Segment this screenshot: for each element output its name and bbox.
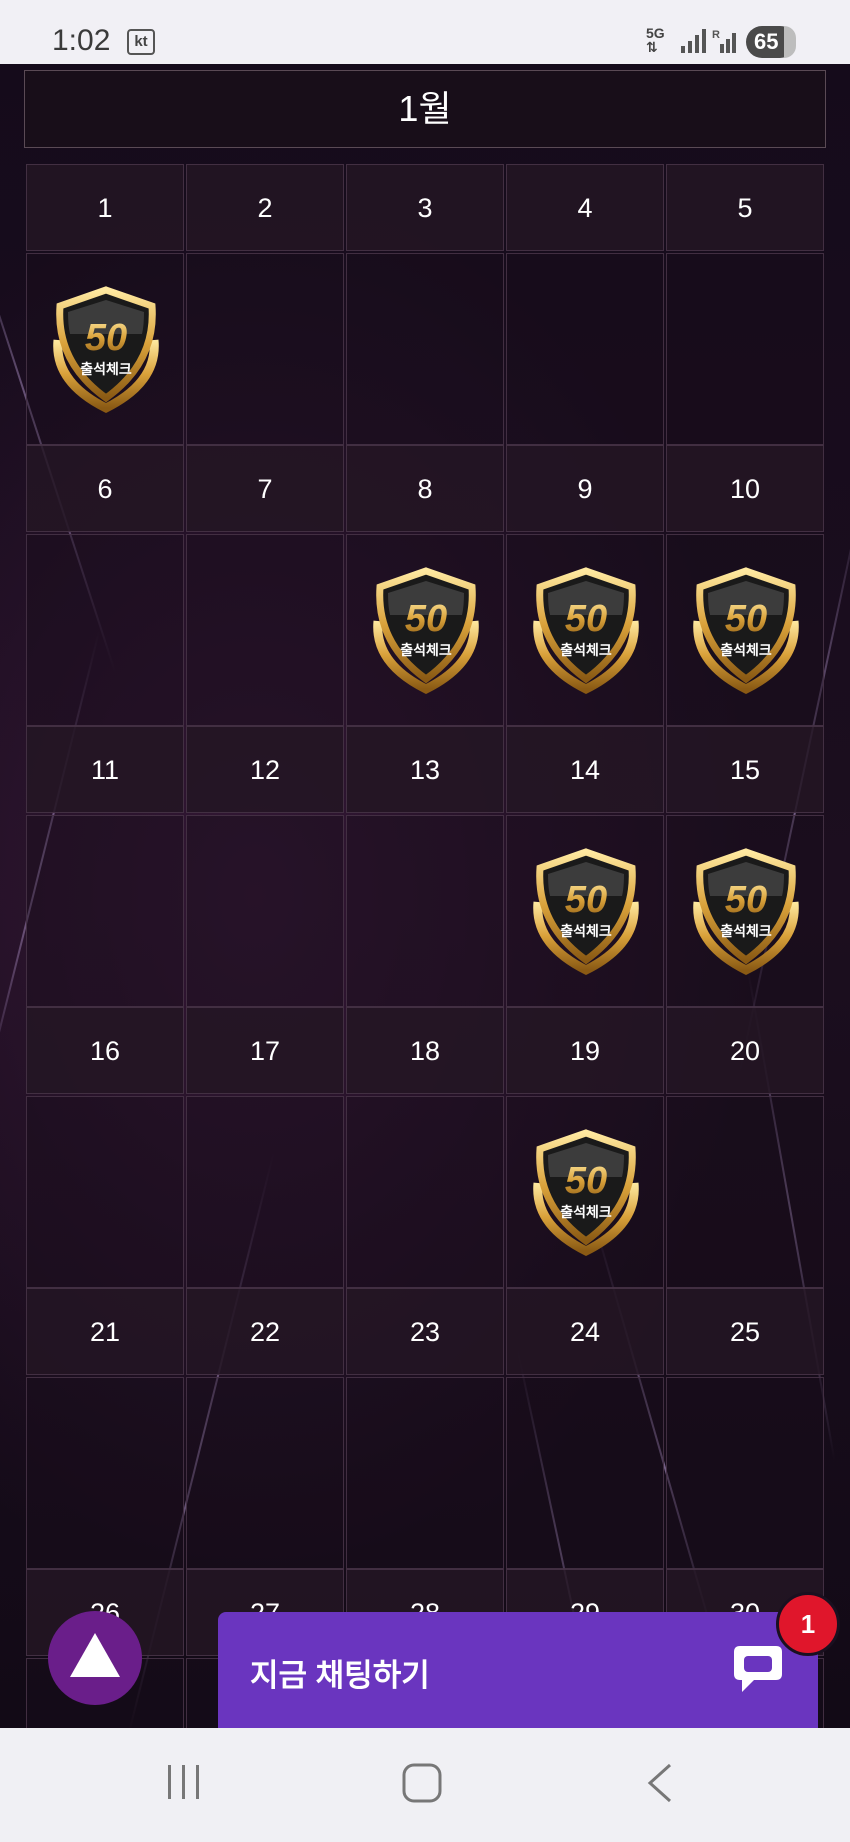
day-number: 5 [666,164,824,251]
day-cell[interactable] [26,815,184,1007]
day-cell[interactable] [186,1377,344,1569]
day-cell[interactable]: 50 출석체크 [506,1096,664,1288]
day-cell[interactable] [186,534,344,726]
chat-now-button[interactable]: 지금 채팅하기 [218,1612,818,1728]
day-cell[interactable] [26,1096,184,1288]
attendance-badge-icon: 50 출석체크 [533,848,639,976]
day-number: 4 [506,164,664,251]
day-number: 8 [346,445,504,532]
day-number: 13 [346,726,504,813]
day-number: 1 [26,164,184,251]
day-number: 7 [186,445,344,532]
back-icon[interactable] [644,1763,674,1803]
day-cell[interactable] [666,1377,824,1569]
calendar-week: 21 22 23 24 25 [26,1288,824,1569]
day-number: 17 [186,1007,344,1094]
calendar-week: 1 50 출석체크 2345 [26,164,824,445]
day-number: 25 [666,1288,824,1375]
day-number: 16 [26,1007,184,1094]
scroll-top-icon [70,1633,120,1677]
attendance-badge-icon: 50 출석체크 [533,567,639,695]
day-cell[interactable] [346,1096,504,1288]
day-cell[interactable] [186,253,344,445]
signal-icon [681,29,706,53]
day-cell[interactable] [666,253,824,445]
scroll-top-button[interactable] [48,1611,142,1705]
day-number: 20 [666,1007,824,1094]
status-time: 1:02 [52,24,111,57]
attendance-badge-icon: 50 출석체크 [53,286,159,414]
calendar-week: 11 12 13 14 50 출석체크 15 50 출석체크 [26,726,824,1007]
badge-text: 출석체크 [80,361,132,378]
badge-number: 50 [725,879,767,921]
svg-text:R: R [712,29,720,41]
badge-text: 출석체크 [720,642,772,659]
day-number: 19 [506,1007,664,1094]
attendance-calendar-page: 1월 1 50 출석체크 2345678 50 출석체크 9 50 출석체크 1… [0,64,850,1728]
attendance-badge-icon: 50 출석체크 [373,567,479,695]
badge-text: 출석체크 [400,642,452,659]
badge-number: 50 [85,317,127,359]
roaming-signal-icon: R [712,29,736,53]
day-number: 15 [666,726,824,813]
badge-number: 50 [565,598,607,640]
badge-text: 출석체크 [560,642,612,659]
day-number: 12 [186,726,344,813]
day-number: 18 [346,1007,504,1094]
day-cell[interactable] [506,253,664,445]
chat-bubble-icon [734,1646,782,1692]
day-cell[interactable]: 50 출석체크 [666,815,824,1007]
day-cell[interactable] [26,534,184,726]
unread-count-badge: 1 [776,1592,840,1656]
day-number: 3 [346,164,504,251]
day-cell[interactable] [346,815,504,1007]
day-cell[interactable]: 50 출석체크 [666,534,824,726]
attendance-badge-icon: 50 출석체크 [533,1129,639,1257]
day-number: 6 [26,445,184,532]
network-type-icon: 5G ⇅ [646,25,665,55]
day-cell[interactable] [346,1377,504,1569]
badge-text: 출석체크 [720,923,772,940]
day-cell[interactable]: 50 출석체크 [346,534,504,726]
chat-now-label: 지금 채팅하기 [250,1658,430,1693]
calendar-week: 678 50 출석체크 9 50 출석체크 10 50 출석체크 [26,445,824,726]
day-number: 24 [506,1288,664,1375]
day-cell[interactable]: 50 출석체크 [26,253,184,445]
day-number: 14 [506,726,664,813]
day-number: 10 [666,445,824,532]
day-cell[interactable] [186,1096,344,1288]
day-number: 11 [26,726,184,813]
calendar-grid: 1 50 출석체크 2345678 50 출석체크 9 50 출석체크 10 5… [26,164,824,1728]
network-type-label: 5G [646,25,665,41]
calendar-week: 16 17 18 19 50 출석체크 20 [26,1007,824,1288]
day-cell[interactable] [346,253,504,445]
day-cell[interactable]: 50 출석체크 [506,534,664,726]
day-number: 23 [346,1288,504,1375]
home-icon[interactable] [402,1763,442,1803]
recent-apps-icon[interactable] [166,1763,202,1803]
month-title: 1월 [24,70,826,148]
badge-number: 50 [565,879,607,921]
status-bar: 1:02 kt 5G ⇅ R 65 [0,0,850,64]
system-navigation-bar [0,1728,850,1842]
badge-number: 50 [565,1160,607,1202]
attendance-badge-icon: 50 출석체크 [693,567,799,695]
day-number: 21 [26,1288,184,1375]
badge-number: 50 [405,598,447,640]
day-cell[interactable] [186,815,344,1007]
badge-text: 출석체크 [560,923,612,940]
day-number: 2 [186,164,344,251]
day-number: 22 [186,1288,344,1375]
badge-number: 50 [725,598,767,640]
badge-text: 출석체크 [560,1204,612,1221]
battery-indicator: 65 [746,26,796,58]
day-cell[interactable] [506,1377,664,1569]
carrier-logo: kt [127,29,155,55]
day-cell[interactable]: 50 출석체크 [506,815,664,1007]
day-number: 9 [506,445,664,532]
attendance-badge-icon: 50 출석체크 [693,848,799,976]
battery-level: 65 [754,29,779,54]
day-cell[interactable] [26,1377,184,1569]
day-cell[interactable] [666,1096,824,1288]
